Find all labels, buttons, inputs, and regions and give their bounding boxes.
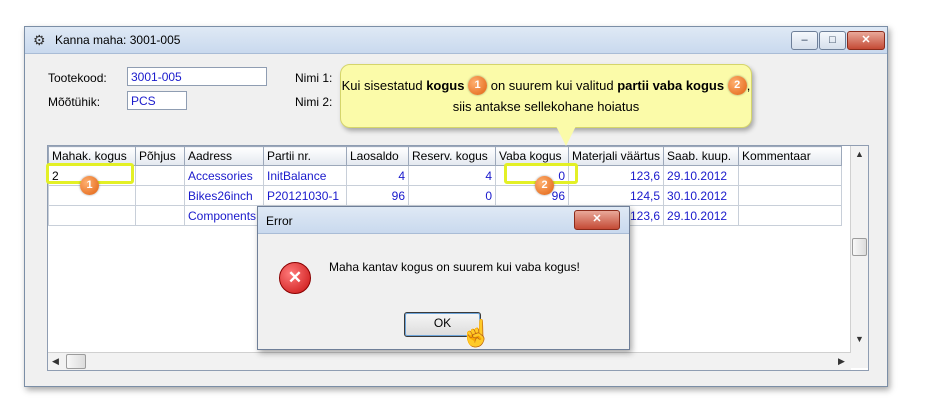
product-code-label: Tootekood: xyxy=(48,71,107,85)
vertical-scrollbar[interactable]: ▲ ▼ xyxy=(850,146,868,368)
maximize-button[interactable]: □ xyxy=(819,31,846,50)
dialog-title-bar[interactable]: Error ✕ xyxy=(258,207,629,234)
dialog-close-button[interactable]: ✕ xyxy=(574,210,620,230)
col-header-stock[interactable]: Laosaldo xyxy=(346,146,409,166)
unit-field[interactable]: PCS xyxy=(127,91,187,110)
app-gear-icon: ⚙ xyxy=(33,32,46,48)
cell-value[interactable]: 124,5 xyxy=(567,185,665,206)
col-header-batch[interactable]: Partii nr. xyxy=(263,146,347,166)
close-button[interactable]: ✕ xyxy=(847,31,885,50)
scroll-up-icon[interactable]: ▲ xyxy=(855,149,864,159)
cell-value[interactable]: 123,6 xyxy=(567,165,665,186)
callout-badge-two-icon: 2 xyxy=(727,76,747,96)
table-row[interactable]: 2 Accessories InitBalance 4 4 0 123,6 29… xyxy=(48,165,843,186)
cell-comment[interactable] xyxy=(738,165,843,186)
col-header-reserved[interactable]: Reserv. kogus xyxy=(408,146,496,166)
cell-comment[interactable] xyxy=(738,185,843,206)
error-icon: ✕ xyxy=(279,262,311,294)
cell-address[interactable]: Accessories xyxy=(184,165,264,186)
name2-label: Nimi 2: xyxy=(295,95,333,109)
cell-reason[interactable] xyxy=(135,165,185,186)
cell-reason[interactable] xyxy=(135,185,185,206)
cell-batch[interactable]: P20121030-1 xyxy=(263,185,347,206)
scroll-left-icon[interactable]: ◀ xyxy=(52,356,59,367)
dialog-title: Error xyxy=(266,214,293,228)
callout-bold-2: partii vaba kogus xyxy=(617,78,725,93)
cell-reserved[interactable]: 0 xyxy=(408,185,496,206)
dialog-message: Maha kantav kogus on suurem kui vaba kog… xyxy=(329,260,580,274)
product-code-field[interactable]: 3001-005 xyxy=(127,67,267,86)
unit-label: Mõõtühik: xyxy=(48,95,101,109)
scroll-right-icon[interactable]: ▶ xyxy=(838,356,845,367)
badge-two-icon: 2 xyxy=(535,176,554,195)
callout-text-2: on suurem kui valitud xyxy=(490,78,618,93)
cell-quantity[interactable] xyxy=(48,205,136,226)
horizontal-scroll-thumb[interactable] xyxy=(66,354,86,369)
cell-date[interactable]: 29.10.2012 xyxy=(663,165,740,186)
cell-stock[interactable]: 4 xyxy=(346,165,409,186)
cell-free[interactable]: 96 xyxy=(495,185,569,206)
name1-label: Nimi 1: xyxy=(295,71,333,85)
cell-address[interactable]: Components xyxy=(184,205,264,226)
cell-date[interactable]: 29.10.2012 xyxy=(663,205,740,226)
cell-reserved[interactable]: 4 xyxy=(408,165,496,186)
col-header-value[interactable]: Materjali väärtus xyxy=(567,146,665,166)
title-bar[interactable]: ⚙ Kanna maha: 3001-005 – □ ✕ xyxy=(25,27,887,54)
callout-badge-one-icon: 1 xyxy=(468,76,488,96)
cell-reason[interactable] xyxy=(135,205,185,226)
col-header-comment[interactable]: Kommentaar xyxy=(738,146,843,166)
error-dialog: Error ✕ ✕ Maha kantav kogus on suurem ku… xyxy=(257,206,630,350)
minimize-button[interactable]: – xyxy=(791,31,818,50)
col-header-reason[interactable]: Põhjus xyxy=(135,146,185,166)
cell-stock[interactable]: 96 xyxy=(346,185,409,206)
window-title: Kanna maha: 3001-005 xyxy=(55,33,181,47)
badge-one-icon: 1 xyxy=(80,176,99,195)
callout-text-1: Kui sisestatud xyxy=(341,78,427,93)
cell-address[interactable]: Bikes26inch xyxy=(184,185,264,206)
table-row[interactable]: Bikes26inch P20121030-1 96 0 96 124,5 30… xyxy=(48,185,843,206)
cell-comment[interactable] xyxy=(738,205,843,226)
cell-batch[interactable]: InitBalance xyxy=(263,165,347,186)
scroll-down-icon[interactable]: ▼ xyxy=(855,334,864,344)
cell-date[interactable]: 30.10.2012 xyxy=(663,185,740,206)
callout-bold-1: kogus xyxy=(426,78,465,93)
horizontal-scrollbar[interactable]: ◀ ▶ xyxy=(48,352,851,370)
hand-cursor-icon: ☝ xyxy=(460,318,493,348)
col-header-address[interactable]: Aadress xyxy=(184,146,264,166)
callout-note: Kui sisestatud kogus 1 on suurem kui val… xyxy=(340,64,752,128)
vertical-scroll-thumb[interactable] xyxy=(852,238,867,256)
callout-tail xyxy=(556,126,576,146)
col-header-date[interactable]: Saab. kuup. xyxy=(663,146,740,166)
